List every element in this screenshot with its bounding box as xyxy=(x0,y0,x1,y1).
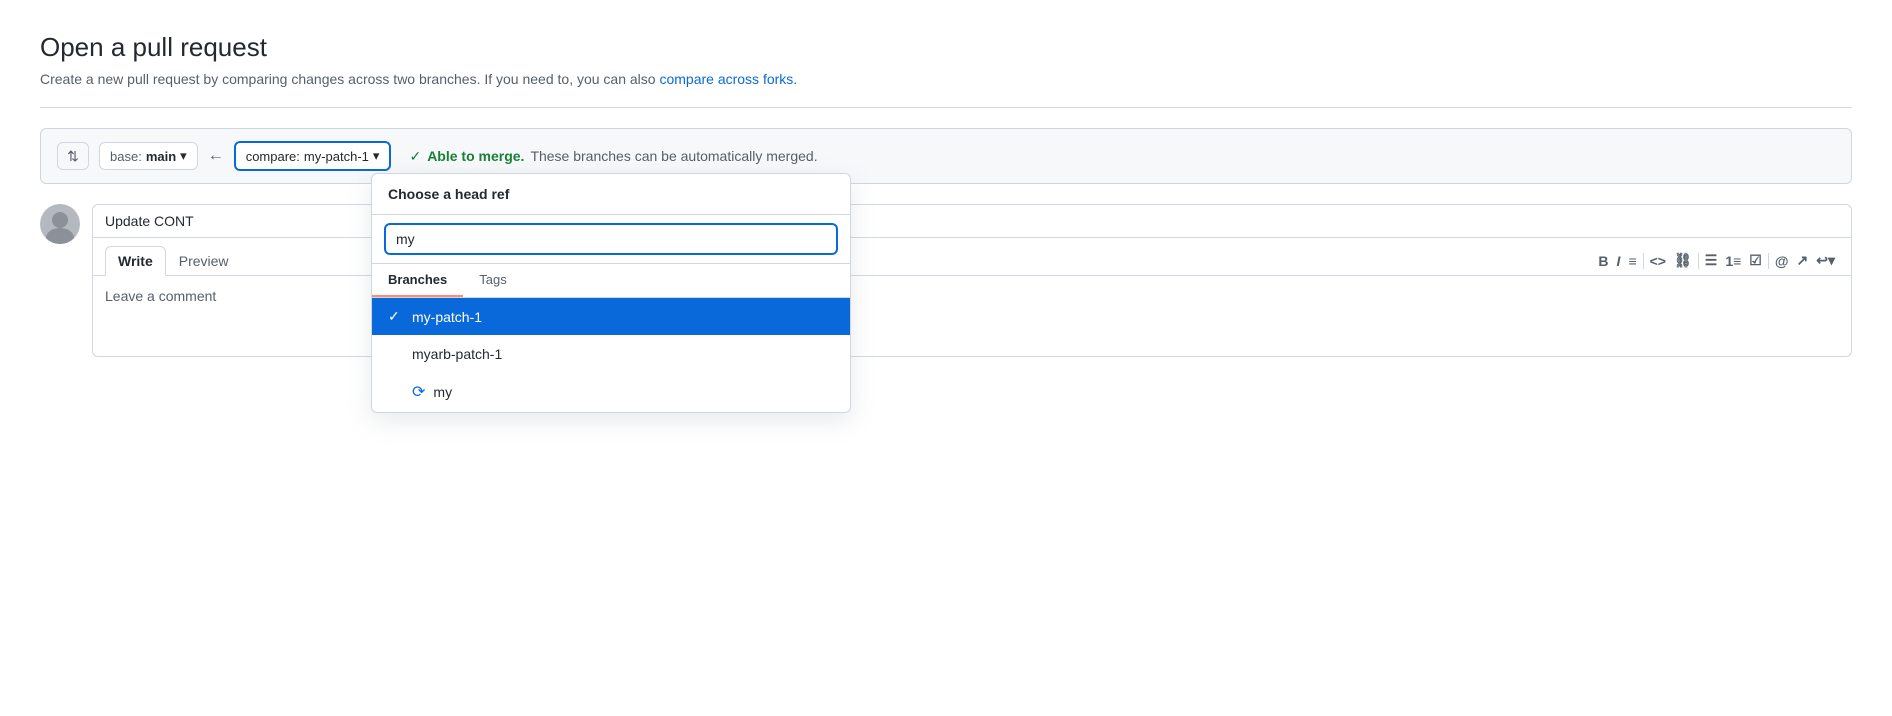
branch-bar: ⇅ base: main ▾ ← compare: my-patch-1 ▾ ✓… xyxy=(40,128,1852,184)
bold-button[interactable]: B xyxy=(1594,251,1612,271)
branch-name-my: my xyxy=(433,384,452,400)
head-ref-dropdown: Choose a head ref Branches Tags ✓ my-pat… xyxy=(371,173,851,413)
merge-status-bold: Able to merge. xyxy=(427,148,524,164)
editor-placeholder: Leave a comment xyxy=(105,288,216,304)
history-icon: ⟳ xyxy=(412,382,425,402)
pr-form-area: Write Preview B I ≡ <> ⛓ ☰ 1≡ ☑ @ ↗ ↩▾ L… xyxy=(40,204,1852,357)
code-button[interactable]: <> xyxy=(1646,251,1670,271)
branch-item-my-history[interactable]: ✓ ⟳ my xyxy=(372,372,850,412)
pr-title-input[interactable] xyxy=(93,205,1851,238)
page-title: Open a pull request xyxy=(40,32,1852,63)
editor-body[interactable]: Leave a comment xyxy=(93,276,1851,356)
base-branch-select[interactable]: base: main ▾ xyxy=(99,142,198,170)
toolbar-sep-2 xyxy=(1698,253,1699,269)
toolbar-sep-1 xyxy=(1643,253,1644,269)
user-avatar xyxy=(40,204,80,244)
write-tab[interactable]: Write xyxy=(105,246,166,276)
arrow-icon: ← xyxy=(208,147,224,165)
base-label: base: xyxy=(110,149,142,164)
numbered-button[interactable]: 1≡ xyxy=(1721,251,1745,271)
toolbar-sep-3 xyxy=(1768,253,1769,269)
link-button[interactable]: ⛓ xyxy=(1670,250,1696,271)
compare-branch-select[interactable]: compare: my-patch-1 ▾ xyxy=(234,141,392,171)
merge-check-icon: ✓ xyxy=(409,148,421,165)
branch-name-myarb-patch-1: myarb-patch-1 xyxy=(412,346,502,362)
branch-name-my-patch-1: my-patch-1 xyxy=(412,309,482,325)
compare-chevron-icon: ▾ xyxy=(373,148,380,164)
branch-list: ✓ my-patch-1 ✓ myarb-patch-1 ✓ ⟳ my xyxy=(372,298,850,412)
branches-tab[interactable]: Branches xyxy=(372,264,463,297)
task-button[interactable]: ☑ xyxy=(1745,250,1766,271)
compare-label: compare: xyxy=(246,149,300,164)
base-chevron-icon: ▾ xyxy=(180,148,187,164)
merge-status: ✓ Able to merge. These branches can be a… xyxy=(409,148,817,165)
history-button[interactable]: ↩▾ xyxy=(1812,250,1839,271)
heading-button[interactable]: ≡ xyxy=(1624,251,1640,271)
dropdown-header: Choose a head ref xyxy=(372,174,850,215)
compare-icon-btn[interactable]: ⇅ xyxy=(57,142,89,170)
dropdown-search-area xyxy=(372,215,850,264)
branch-search-input[interactable] xyxy=(384,223,838,255)
italic-button[interactable]: I xyxy=(1613,251,1625,271)
bullets-button[interactable]: ☰ xyxy=(1701,250,1722,271)
editor-tabs: Write Preview B I ≡ <> ⛓ ☰ 1≡ ☑ @ ↗ ↩▾ xyxy=(93,238,1851,276)
preview-tab[interactable]: Preview xyxy=(166,246,242,276)
branch-item-myarb-patch-1[interactable]: ✓ myarb-patch-1 xyxy=(372,335,850,372)
pr-editor: Write Preview B I ≡ <> ⛓ ☰ 1≡ ☑ @ ↗ ↩▾ L… xyxy=(92,204,1852,357)
branch-item-my-patch-1[interactable]: ✓ my-patch-1 xyxy=(372,298,850,335)
mention-button[interactable]: @ xyxy=(1771,251,1793,271)
divider xyxy=(40,107,1852,108)
selected-check-icon: ✓ xyxy=(388,308,404,325)
compare-forks-link[interactable]: compare across forks. xyxy=(659,71,797,87)
compare-branch-name: my-patch-1 xyxy=(304,149,369,164)
base-branch-name: main xyxy=(146,149,176,164)
page-subtitle: Create a new pull request by comparing c… xyxy=(40,71,1852,87)
tags-tab[interactable]: Tags xyxy=(463,264,522,297)
compare-icon: ⇅ xyxy=(67,148,79,165)
dropdown-tabs: Branches Tags xyxy=(372,264,850,298)
merge-status-text: These branches can be automatically merg… xyxy=(530,148,817,164)
reference-button[interactable]: ↗ xyxy=(1793,250,1813,271)
